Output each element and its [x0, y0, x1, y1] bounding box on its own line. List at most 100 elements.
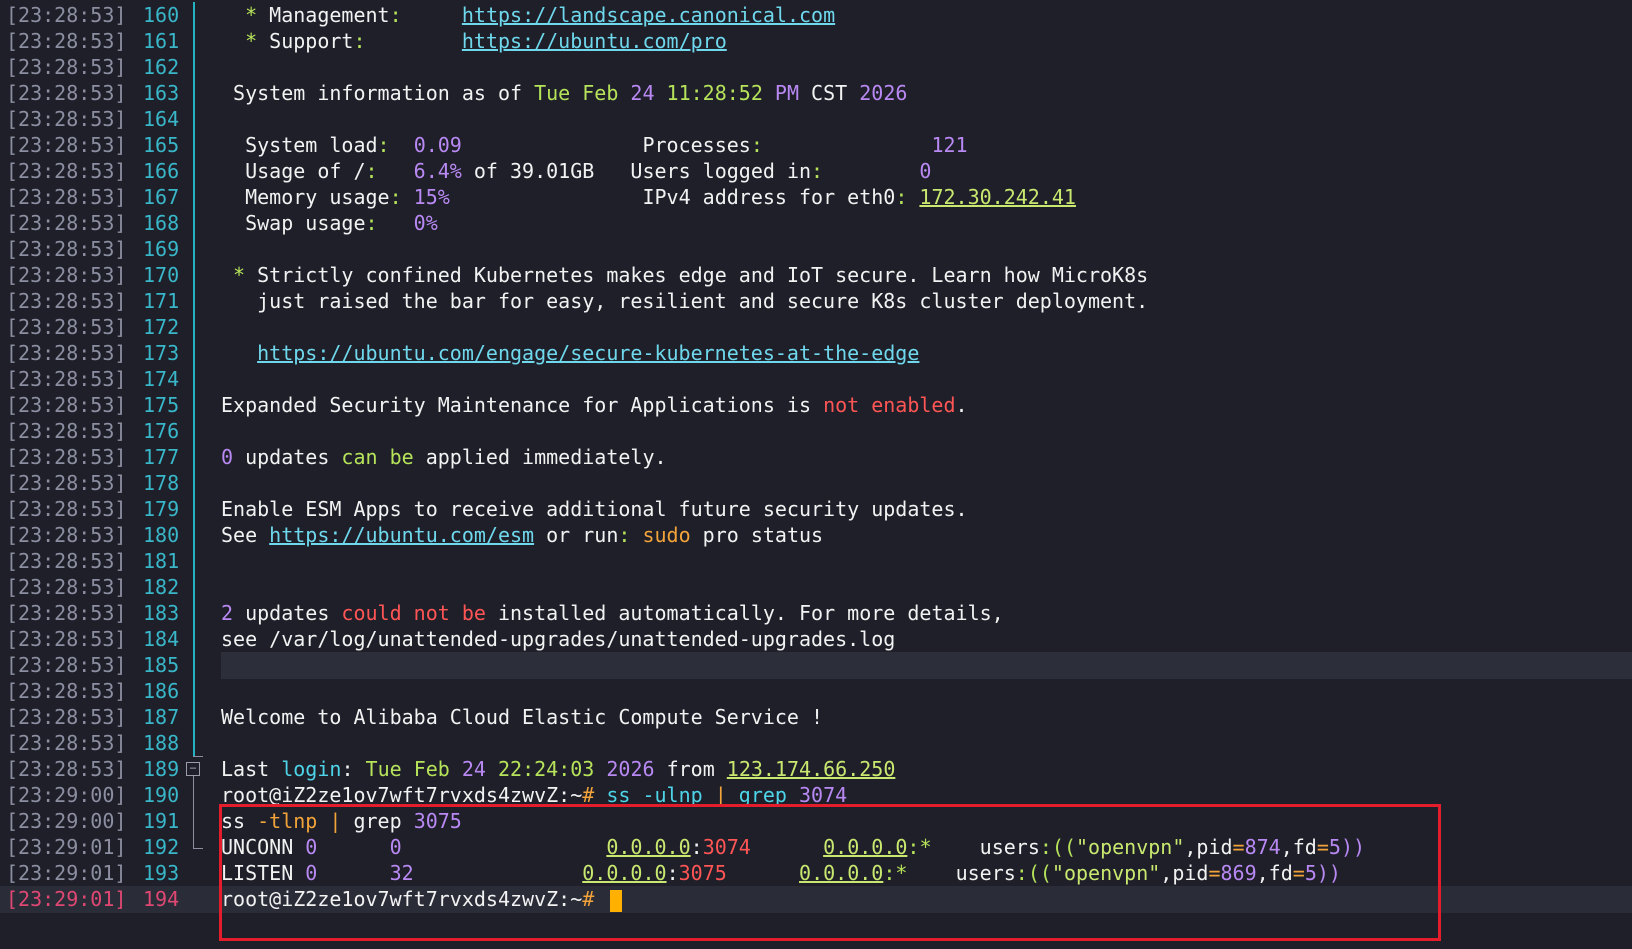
line-timestamp: [23:28:53]: [6, 731, 127, 755]
line-number: 179: [143, 497, 180, 521]
gutter-bar: [193, 470, 195, 497]
line-content: Memory usage: 15% IPv4 address for eth0:…: [221, 184, 1632, 211]
text-segment: [402, 185, 414, 209]
gutter-bar: [193, 28, 195, 55]
terminal-line: [23:28:53] 171 just raised the bar for ea…: [0, 288, 1632, 315]
text-segment: pro status: [690, 523, 824, 547]
link-text[interactable]: 0.0.0.0: [799, 861, 883, 885]
line-content: [221, 314, 1632, 341]
text-segment: ,fd: [1280, 835, 1317, 859]
link-text[interactable]: 172.30.242.41: [919, 185, 1076, 209]
text-segment: 3075: [413, 809, 462, 833]
line-number: 187: [143, 705, 180, 729]
line-number: 188: [143, 731, 180, 755]
terminal-line: [23:28:53] 188: [0, 730, 1632, 757]
gutter-bar: [193, 522, 195, 549]
line-timestamp: [23:29:00]: [6, 809, 127, 833]
line-content: ss -tlnp | grep 3075: [221, 808, 1632, 835]
text-segment: Expanded Security Maintenance for Applic…: [221, 393, 824, 417]
line-timestamp: [23:28:53]: [6, 757, 127, 781]
text-segment: :: [341, 757, 366, 781]
text-segment: #: [582, 783, 595, 807]
cursor-caret: [610, 889, 623, 912]
text-segment: )): [1316, 861, 1341, 885]
link-text[interactable]: 123.174.66.250: [727, 757, 896, 781]
gutter-bar: [193, 236, 195, 263]
text-segment: *: [245, 3, 258, 27]
gutter-bar: [193, 444, 195, 471]
gutter-bar: [193, 54, 195, 81]
terminal-line: [23:28:53] 184 see /var/log/unattended-upg…: [0, 626, 1632, 653]
line-number: 162: [143, 55, 180, 79]
terminal-line: [23:28:53] 162: [0, 54, 1632, 81]
terminal-line: [23:28:53] 185: [0, 652, 1632, 679]
gutter-bar: [193, 574, 195, 601]
line-content: see /var/log/unattended-upgrades/unatten…: [221, 626, 1632, 653]
gutter-bar: [193, 730, 195, 757]
line-number: 186: [143, 679, 180, 703]
line-timestamp: [23:29:01]: [6, 887, 127, 911]
line-number: 192: [143, 835, 180, 859]
text-segment: 24: [461, 757, 486, 781]
line-number: 185: [143, 653, 180, 677]
line-content: UNCONN 0 0 0.0.0.0:3074 0.0.0.0:* users:…: [221, 834, 1632, 861]
link-text[interactable]: https://ubuntu.com/esm: [269, 523, 534, 547]
text-segment: [763, 133, 932, 157]
line-content: * Strictly confined Kubernetes makes edg…: [221, 262, 1632, 289]
line-timestamp: [23:28:53]: [6, 315, 127, 339]
line-timestamp: [23:28:53]: [6, 419, 127, 443]
minus-square-icon[interactable]: −: [186, 762, 200, 776]
text-segment: :: [895, 185, 908, 209]
text-segment: Management: [257, 3, 390, 27]
terminal-line: [23:28:53] 183 2 updates could not be inst…: [0, 600, 1632, 627]
link-text[interactable]: 0.0.0.0: [823, 835, 907, 859]
text-segment: :*: [907, 835, 932, 859]
text-segment: Tue Feb: [365, 757, 462, 781]
gutter-bar: [193, 288, 195, 315]
text-segment: [486, 757, 498, 781]
line-timestamp: [23:28:53]: [6, 497, 127, 521]
line-number: 172: [143, 315, 180, 339]
gutter-bar: [193, 340, 195, 367]
line-content: Expanded Security Maintenance for Applic…: [221, 392, 1632, 419]
line-number: 189: [143, 757, 180, 781]
text-segment: :((: [1039, 835, 1076, 859]
gutter-bar: [193, 704, 195, 731]
line-content: [221, 106, 1632, 133]
terminal-window[interactable]: [23:28:53] 160 * Management: https://land…: [0, 0, 1632, 949]
line-timestamp: [23:28:53]: [6, 679, 127, 703]
gutter-bar: [193, 366, 195, 393]
text-segment: installed automatically. For more detail…: [485, 601, 1004, 625]
text-segment: =: [1292, 861, 1305, 885]
line-number: 181: [143, 549, 180, 573]
text-segment: login: [281, 757, 342, 781]
line-content: just raised the bar for easy, resilient …: [221, 288, 1632, 315]
text-segment: [221, 29, 245, 53]
line-content: 2 updates could not be installed automat…: [221, 600, 1632, 627]
line-content: [221, 54, 1632, 81]
text-segment: [763, 81, 775, 105]
text-segment: 11:28:52: [666, 81, 763, 105]
text-segment: )): [1340, 835, 1366, 859]
text-segment: [390, 133, 414, 157]
text-segment: 121: [931, 133, 968, 157]
text-segment: .: [955, 393, 968, 417]
text-segment: :*: [883, 861, 908, 885]
text-segment: :: [389, 185, 402, 209]
link-text[interactable]: https://ubuntu.com/pro: [462, 29, 727, 53]
line-content: System load: 0.09 Processes: 121: [221, 132, 1632, 159]
text-segment: System information as of: [221, 81, 535, 105]
link-text[interactable]: 0.0.0.0: [582, 861, 666, 885]
line-timestamp: [23:28:53]: [6, 601, 127, 625]
line-content: Enable ESM Apps to receive additional fu…: [221, 496, 1632, 523]
link-text[interactable]: https://landscape.canonical.com: [462, 3, 835, 27]
text-segment: 0: [919, 159, 932, 183]
link-text[interactable]: 0.0.0.0: [606, 835, 690, 859]
link-text[interactable]: https://ubuntu.com/engage/secure-kuberne…: [257, 341, 919, 365]
gutter-bar: [193, 678, 195, 705]
terminal-line: [23:28:53] 160 * Management: https://land…: [0, 2, 1632, 29]
text-segment: |: [329, 809, 342, 833]
text-segment: Enable ESM Apps to receive additional fu…: [221, 497, 968, 521]
line-content: Last login: Tue Feb 24 22:24:03 2026 fro…: [221, 756, 1632, 783]
terminal-line: [23:28:53] 173 https://ubuntu.com/engage/…: [0, 340, 1632, 367]
